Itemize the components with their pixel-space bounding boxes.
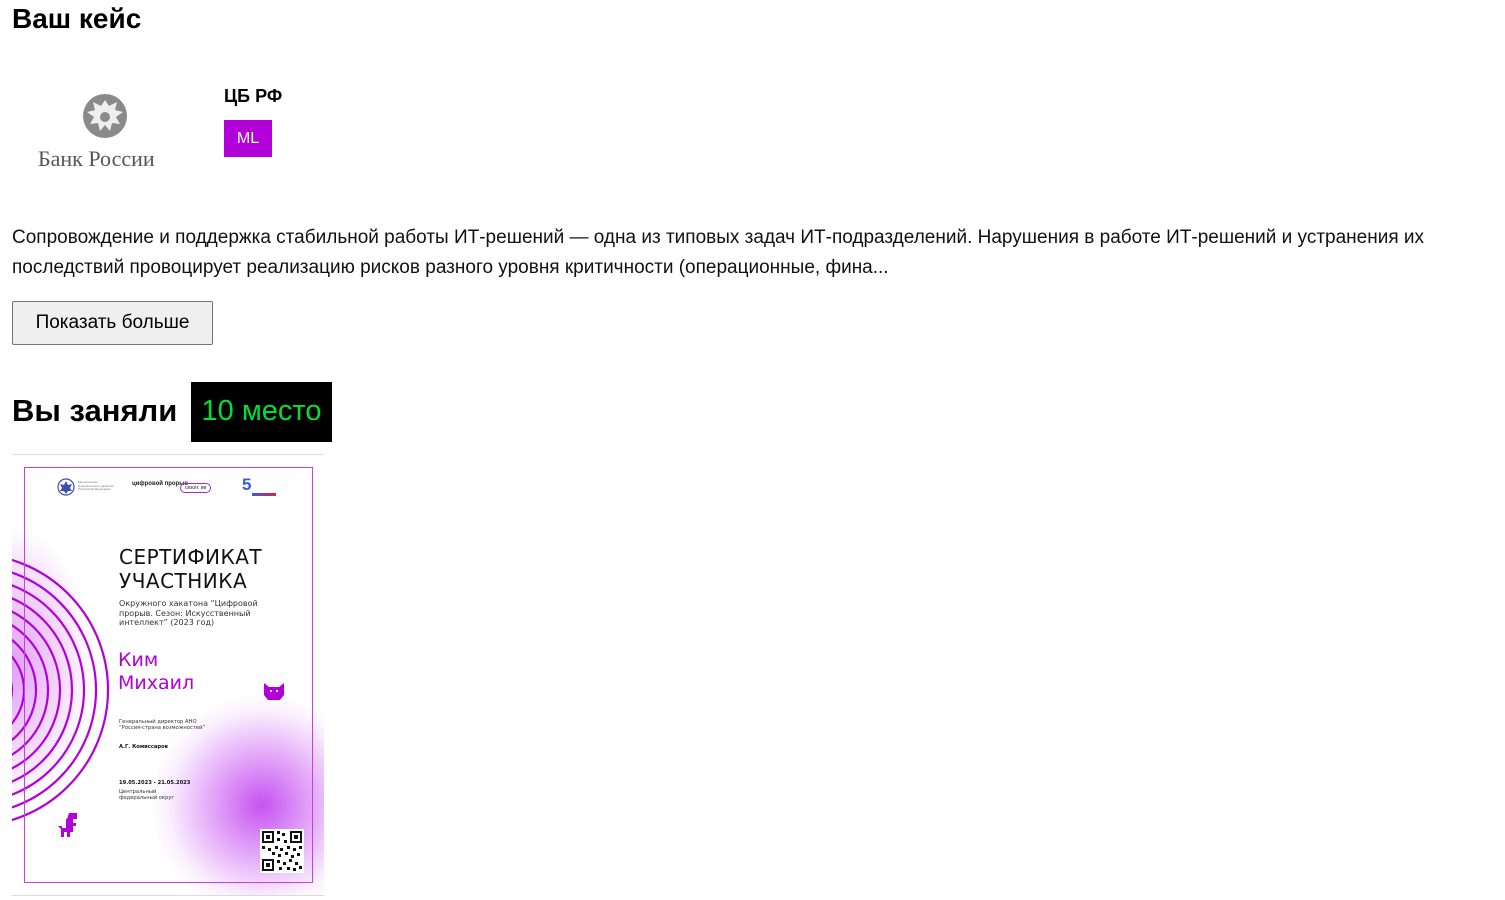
- certificate-header-logos: Министерство экономического развития Рос…: [52, 475, 292, 499]
- event-dates: 19.05.2023 - 21.05.2023: [119, 780, 191, 786]
- signer-name: А.Г. Комиссаров: [119, 744, 168, 750]
- participant-first-name: Ким: [118, 649, 159, 671]
- case-description: Сопровождение и поддержка стабильной раб…: [12, 227, 1425, 278]
- signer-role: Генеральный директор АНО “Россия-страна …: [119, 719, 206, 731]
- track-tag-badge: ML: [224, 120, 272, 157]
- certificate: Министерство экономического развития Рос…: [12, 465, 324, 895]
- certificate-title: СЕРТИФИКАТ УЧАСТНИКА: [119, 545, 263, 593]
- case-title: Ваш кейс: [12, 3, 142, 34]
- anniversary-logo: 5: [242, 475, 252, 494]
- bank-of-russia-logo: Банк России: [38, 92, 174, 171]
- certificate-subtitle: Окружного хакатона “Цифровой прорыв. Сез…: [119, 599, 258, 627]
- season-badge: сезон: ии: [180, 483, 212, 493]
- pixel-dinosaur-icon: [58, 813, 77, 837]
- show-more-button[interactable]: Показать больше: [12, 301, 213, 345]
- organization-name: ЦБ РФ: [224, 86, 283, 106]
- result-label: Вы заняли: [12, 393, 178, 428]
- federal-district: Центральный федеральный округ: [119, 789, 175, 801]
- double-headed-eagle-icon: [83, 94, 127, 138]
- logo-text: Банк России: [38, 146, 155, 171]
- qr-code-icon: [260, 829, 304, 873]
- certificate-image[interactable]: Министерство экономического развития Рос…: [12, 454, 324, 896]
- pixel-cat-icon: [264, 683, 284, 700]
- participant-last-name: Михаил: [118, 672, 195, 694]
- place-badge: 10 место: [191, 382, 332, 442]
- anniversary-flag-bar: [252, 493, 276, 496]
- ministry-caption: Министерство экономического развития Рос…: [78, 480, 114, 491]
- ministry-emblem-icon: [57, 478, 75, 496]
- participant-name: Ким Михаил: [118, 649, 278, 695]
